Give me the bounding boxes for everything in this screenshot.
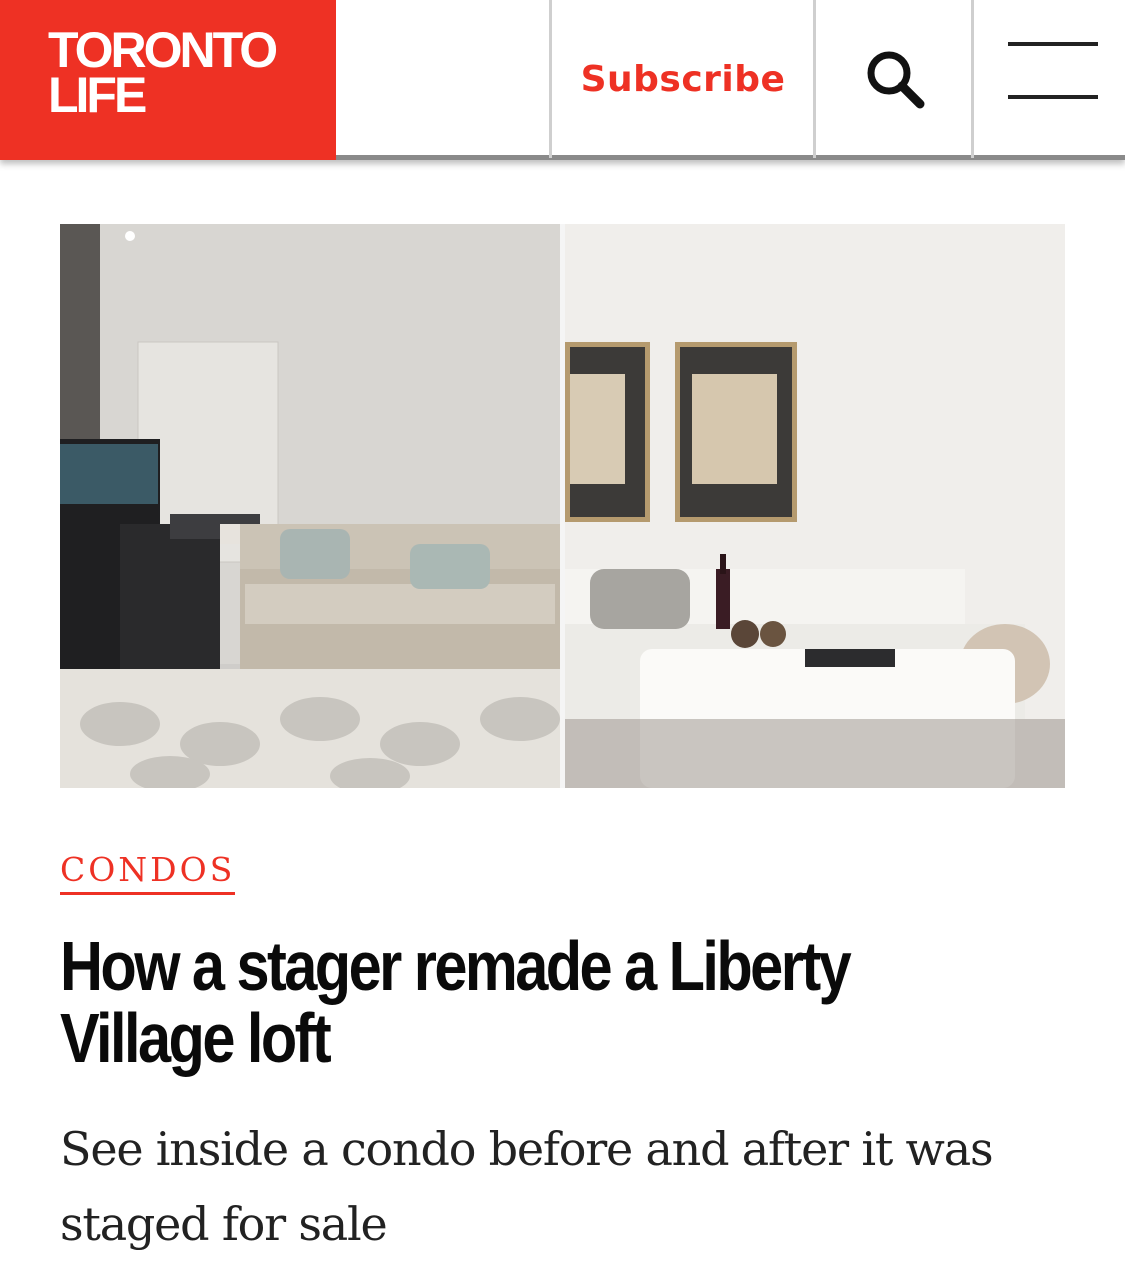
toronto-life-logo[interactable]: TORONTO LIFE xyxy=(0,0,336,160)
hero-illustration xyxy=(60,224,1065,788)
search-button[interactable] xyxy=(818,0,972,158)
subscribe-link[interactable]: Subscribe xyxy=(553,0,813,158)
site-header: TORONTO LIFE Subscribe xyxy=(0,0,1125,160)
article-dek: See inside a condo before and after it w… xyxy=(60,1122,994,1251)
header-divider xyxy=(971,0,974,158)
hamburger-menu-icon xyxy=(1008,42,1098,46)
search-icon xyxy=(867,51,925,109)
article-headline[interactable]: How a stager remade a Liberty Village lo… xyxy=(60,930,876,1074)
category-link[interactable]: CONDOS xyxy=(60,851,236,896)
logo-line-2: LIFE xyxy=(48,67,147,123)
header-divider xyxy=(549,0,552,158)
header-divider xyxy=(813,0,816,158)
hamburger-menu-icon xyxy=(1008,95,1098,99)
hero-image[interactable] xyxy=(60,224,1065,788)
menu-button[interactable] xyxy=(976,0,1125,158)
